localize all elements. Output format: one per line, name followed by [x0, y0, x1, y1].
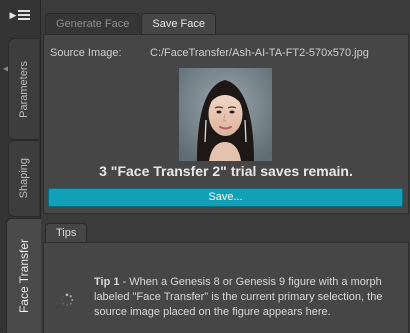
face-transfer-pane: Generate Face Save Face Source Image: C:…	[41, 0, 410, 333]
tab-tips[interactable]: Tips	[45, 223, 88, 243]
save-button[interactable]: Save...	[48, 188, 403, 207]
tab-shaping-label: Shaping	[18, 158, 30, 199]
tab-parameters[interactable]: Parameters	[8, 38, 39, 140]
menu-arrow-icon: ▶	[9, 9, 17, 20]
tip-body: - When a Genesis 8 or Genesis 9 figure w…	[94, 276, 383, 318]
tip-text: Tip 1 - When a Genesis 8 or Genesis 9 fi…	[94, 275, 399, 320]
tab-parameters-label: Parameters	[18, 60, 30, 118]
tip-title: Tip 1	[94, 276, 120, 288]
source-face-thumbnail	[179, 68, 272, 161]
face-portrait-image	[179, 68, 272, 161]
tab-face-transfer-label: Face Transfer	[17, 238, 31, 314]
tab-save-face[interactable]: Save Face	[141, 13, 216, 35]
pane-menu-button[interactable]: ▶	[4, 4, 36, 26]
tab-generate-face[interactable]: Generate Face	[45, 13, 141, 35]
loading-spinner-icon	[60, 293, 74, 307]
save-face-panel: Source Image: C:/FaceTransfer/Ash-AI-TA-…	[43, 34, 409, 214]
trial-saves-message: 3 "Face Transfer 2" trial saves remain.	[99, 163, 353, 179]
menu-icon	[18, 10, 31, 20]
side-tab-strip: ▶ ◀ Parameters Shaping Face Transfer	[0, 0, 41, 333]
tab-shaping[interactable]: Shaping	[8, 140, 39, 217]
source-image-label: Source Image:	[50, 47, 122, 59]
top-tab-bar: Generate Face Save Face	[45, 13, 217, 35]
tips-panel: Tip 1 - When a Genesis 8 or Genesis 9 fi…	[43, 242, 409, 333]
source-image-path: C:/FaceTransfer/Ash-AI-TA-FT2-570x570.jp…	[150, 47, 369, 59]
tab-face-transfer[interactable]: Face Transfer	[6, 218, 41, 333]
